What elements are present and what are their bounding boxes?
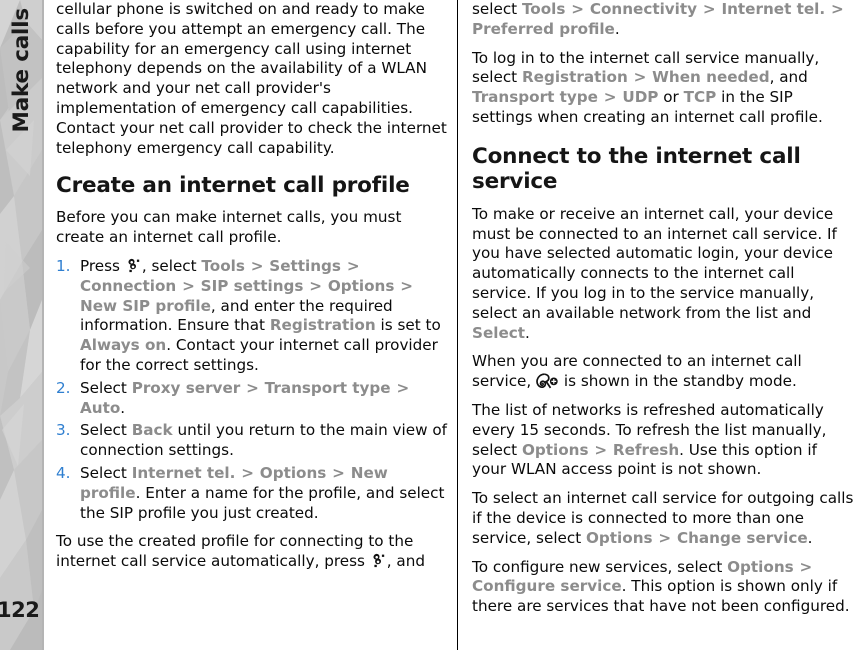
ui-reference: Registration xyxy=(269,316,376,335)
list-item: 4. Select Internet tel. > Options > New p… xyxy=(56,464,448,523)
list-item: 1. Press , select Tools > Settings > Conn… xyxy=(56,257,448,376)
ui-reference: Options xyxy=(259,463,327,482)
menu-separator: > xyxy=(633,68,647,87)
menu-separator: > xyxy=(799,557,813,576)
steps-list: 1. Press , select Tools > Settings > Conn… xyxy=(56,257,448,523)
paragraph-use-created-profile: To use the created profile for connectin… xyxy=(56,532,448,572)
paragraph-text: . xyxy=(614,19,620,38)
column-divider xyxy=(457,0,459,650)
ui-reference: Tools xyxy=(201,256,245,275)
list-number: 1. xyxy=(56,256,71,275)
ui-reference: Options xyxy=(327,276,395,295)
paragraph-manual-login: To log in to the internet call service m… xyxy=(472,49,854,128)
heading-connect-to-internet-call-service: Connect to the internet call service xyxy=(472,143,801,194)
ui-reference: Auto xyxy=(80,398,121,417)
paragraph-emergency-call-continued: cellular phone is switched on and ready … xyxy=(56,0,447,157)
manual-page: Make calls 122 cellular phone is switche… xyxy=(0,0,860,650)
sidebar-divider xyxy=(42,0,44,650)
menu-separator: > xyxy=(182,276,195,295)
step-text: Select xyxy=(80,378,132,397)
list-item: 3. Select Back until you return to the ma… xyxy=(56,421,448,461)
paragraph-text: is shown in the standby mode. xyxy=(559,372,797,391)
menu-separator: > xyxy=(603,88,617,107)
paragraph-text: select xyxy=(472,0,522,18)
ui-reference: Transport type xyxy=(264,378,391,397)
ui-reference: Options xyxy=(586,528,653,547)
menu-separator: > xyxy=(571,0,584,18)
paragraph-text: or xyxy=(658,88,684,107)
ui-reference: Always on xyxy=(80,336,167,355)
ui-reference: Change service xyxy=(676,528,808,547)
menu-separator: > xyxy=(658,528,672,547)
ui-reference: Options xyxy=(521,440,589,459)
left-text-column: cellular phone is switched on and ready … xyxy=(56,0,448,581)
ui-reference: New SIP profile xyxy=(80,296,211,315)
paragraph-configure-services: To configure new services, select Option… xyxy=(472,558,854,617)
menu-separator: > xyxy=(396,378,410,397)
paragraph-text: . xyxy=(807,528,813,547)
step-text: Select xyxy=(80,463,132,482)
ui-reference: Refresh xyxy=(612,440,680,459)
menu-separator: > xyxy=(594,440,608,459)
paragraph-network-refresh: The list of networks is refreshed automa… xyxy=(472,401,854,480)
ui-reference: Proxy server xyxy=(131,378,241,397)
chapter-label: Make calls xyxy=(8,8,34,133)
paragraph-text: To configure new services, select xyxy=(472,557,728,576)
menu-separator: > xyxy=(346,256,360,275)
step-text: is set to xyxy=(375,316,441,335)
ui-reference: When needed xyxy=(652,68,770,87)
paragraph-text: , and xyxy=(769,68,808,87)
ui-reference: Select xyxy=(472,323,526,342)
menu-key-icon xyxy=(371,553,386,569)
menu-separator: > xyxy=(250,256,264,275)
menu-separator: > xyxy=(309,276,322,295)
ui-reference: Configure service xyxy=(472,577,622,596)
menu-separator: > xyxy=(702,0,716,18)
ui-reference: Settings xyxy=(269,256,341,275)
ui-reference: TCP xyxy=(683,88,717,107)
ui-reference: UDP xyxy=(622,88,659,107)
step-text: . Enter a name for the profile, and sele… xyxy=(80,483,445,522)
internet-call-indicator-icon xyxy=(536,373,558,390)
paragraph-profile-intro: Before you can make internet calls, you … xyxy=(56,208,402,247)
paragraph-preferred-profile: select Tools > Connectivity > Internet t… xyxy=(472,0,854,40)
menu-separator: > xyxy=(246,378,259,397)
menu-separator: > xyxy=(831,0,844,18)
list-item: 2. Select Proxy server > Transport type >… xyxy=(56,379,448,419)
ui-reference: Registration xyxy=(521,68,628,87)
list-number: 2. xyxy=(56,378,71,397)
menu-separator: > xyxy=(400,276,413,295)
list-number: 3. xyxy=(56,421,71,440)
page-number: 122 xyxy=(0,598,40,622)
ui-reference: Back xyxy=(131,421,173,440)
ui-reference: Options xyxy=(727,557,794,576)
ui-reference: Internet tel. xyxy=(131,463,236,482)
menu-separator: > xyxy=(332,463,345,482)
ui-reference: Transport type xyxy=(472,88,598,107)
paragraph-make-or-receive: To make or receive an internet call, you… xyxy=(472,205,854,344)
ui-reference: Preferred profile xyxy=(472,19,615,38)
ui-reference: Internet tel. xyxy=(721,0,826,18)
ui-reference: Tools xyxy=(521,0,566,18)
list-number: 4. xyxy=(56,463,71,482)
ui-reference: SIP settings xyxy=(200,276,304,295)
step-text: . xyxy=(120,398,126,417)
step-text: , select xyxy=(141,256,202,275)
step-text: Press xyxy=(80,256,125,275)
menu-key-icon xyxy=(126,258,141,274)
menu-separator: > xyxy=(241,463,254,482)
paragraph-standby-indicator: When you are connected to an internet ca… xyxy=(472,352,854,392)
ui-reference: Connection xyxy=(80,276,177,295)
paragraph-text: . xyxy=(525,323,530,342)
paragraph-text: , and xyxy=(386,552,426,571)
right-text-column: select Tools > Connectivity > Internet t… xyxy=(472,0,854,626)
paragraph-text: To use the created profile for connectin… xyxy=(56,532,414,571)
ui-reference: Connectivity xyxy=(589,0,698,18)
paragraph-text: To make or receive an internet call, you… xyxy=(472,204,837,322)
heading-create-internet-call-profile: Create an internet call profile xyxy=(56,173,410,199)
step-text: Select xyxy=(80,421,132,440)
chapter-sidebar: Make calls 122 xyxy=(0,0,42,650)
paragraph-outgoing-calls: To select an internet call service for o… xyxy=(472,489,854,548)
